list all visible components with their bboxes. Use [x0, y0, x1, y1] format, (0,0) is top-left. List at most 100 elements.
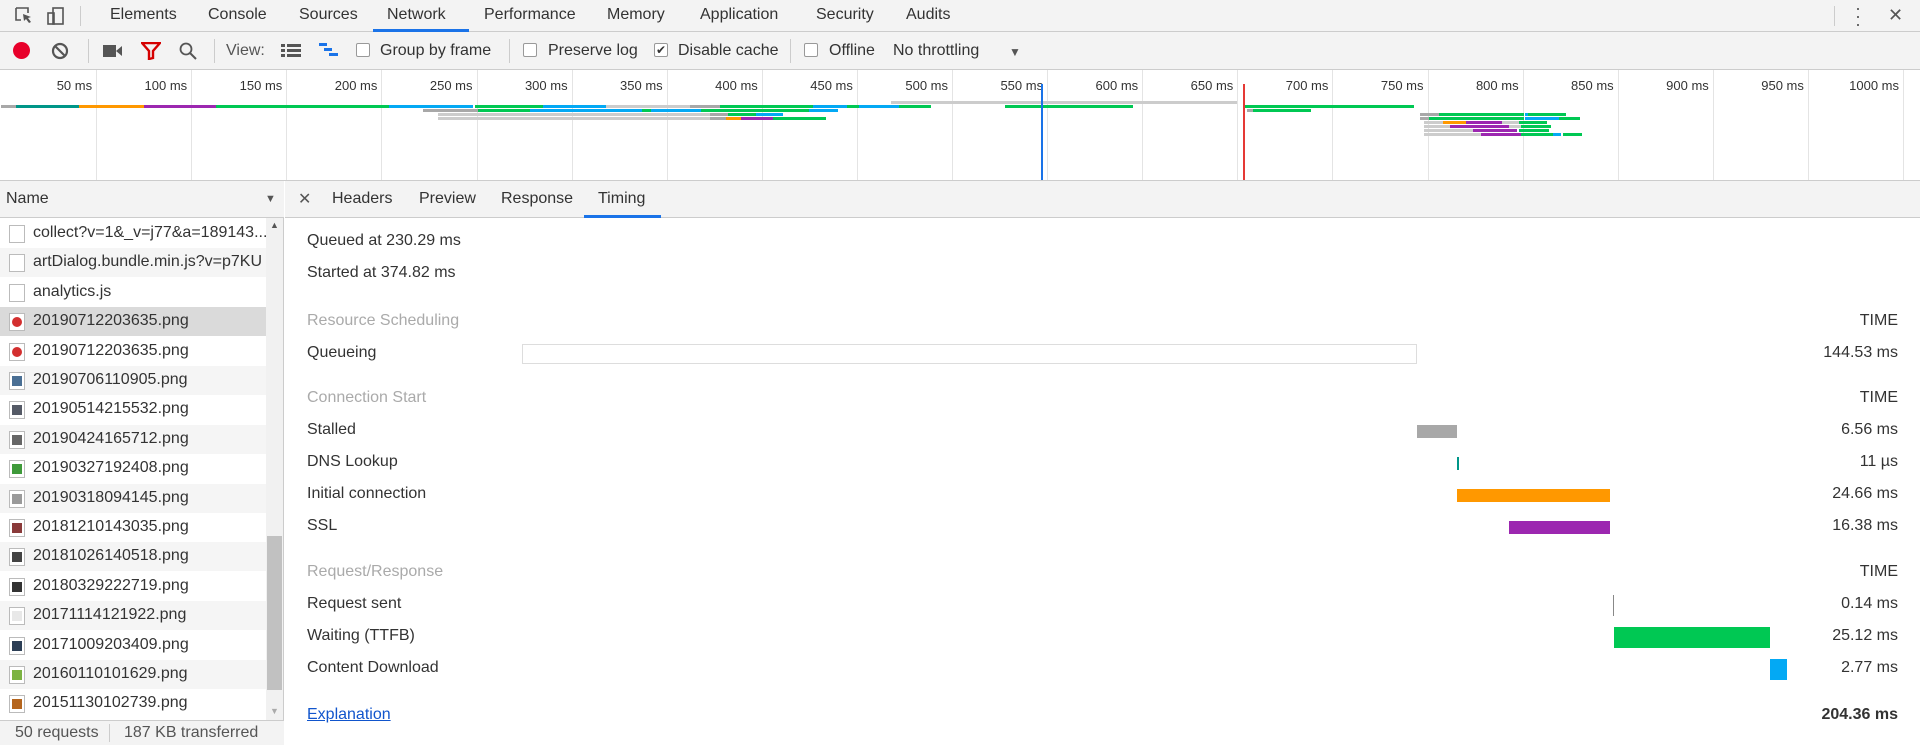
offline-checkbox[interactable] [804, 43, 818, 57]
request-row[interactable]: 20190712203635.png [0, 336, 266, 366]
request-row[interactable]: 20190327192408.png [0, 454, 266, 484]
timeline-segment-ssl [1465, 121, 1502, 124]
request-row[interactable]: analytics.js [0, 277, 266, 307]
timing-bar-sent [1613, 594, 1615, 616]
close-details-icon[interactable]: ✕ [298, 189, 311, 209]
details-tab-headers[interactable]: Headers [332, 190, 392, 208]
request-row[interactable]: 20190706110905.png [0, 366, 266, 395]
request-list-panel: Name ▼ collect?v=1&_v=j77&a=189143... art… [0, 181, 284, 745]
name-column-header[interactable]: Name ▼ [0, 181, 284, 218]
status-bar: 50 requests 187 KB transferred [0, 720, 284, 745]
disable-cache-checkbox[interactable]: ✔ [654, 43, 668, 57]
network-overview-timeline[interactable]: 50 ms 100 ms 150 ms 200 ms 250 ms 300 ms 350 m… [0, 70, 1920, 181]
grid-line [476, 70, 478, 180]
request-row[interactable]: 20190712203635.png [0, 307, 266, 337]
large-rows-icon[interactable] [281, 44, 301, 58]
filter-icon[interactable] [141, 42, 161, 60]
request-row[interactable]: artDialog.bundle.min.js?v=p7KU [0, 248, 266, 278]
request-name: 20190424165712.png [33, 429, 189, 447]
grid-line [952, 70, 953, 180]
sort-chevron-icon[interactable]: ▼ [265, 193, 276, 205]
request-row[interactable]: 20190514215532.png [0, 395, 266, 425]
image-thumbnail-icon [9, 548, 25, 567]
timeline-segment-download [756, 113, 783, 116]
request-row[interactable]: 20180329222719.png [0, 571, 266, 601]
timeline-segment-queued [1509, 125, 1521, 128]
grid-line [666, 70, 668, 180]
request-name: 20190712203635.png [33, 312, 189, 330]
timing-bar-dns [1457, 456, 1460, 470]
request-row[interactable]: 20171009203409.png [0, 630, 266, 660]
details-tab-preview[interactable]: Preview [419, 190, 476, 208]
tick-label: 900 ms [1666, 78, 1709, 93]
record-icon[interactable] [13, 42, 30, 59]
scroll-up-arrow-icon[interactable]: ▲ [270, 220, 279, 230]
timeline-segment-download [389, 105, 473, 108]
timeline-segment-waiting [700, 109, 810, 112]
details-tab-timing[interactable]: Timing [598, 190, 645, 208]
waterfall-overview-icon[interactable] [319, 43, 339, 59]
grid-line [761, 70, 763, 180]
request-name: 20190514215532.png [33, 400, 189, 418]
tick-label: 650 ms [1190, 78, 1234, 93]
timeline-segment-waiting [1518, 129, 1550, 132]
close-devtools-icon[interactable]: ✕ [1888, 5, 1903, 26]
chevron-down-icon[interactable]: ▼ [1009, 45, 1021, 59]
timeline-segment-connect [78, 105, 144, 108]
request-row[interactable]: 20151130102739.png [0, 689, 266, 719]
timeline-segment-waiting [478, 109, 530, 112]
tick-label: 350 ms [620, 78, 663, 93]
clear-icon[interactable] [51, 42, 69, 60]
preserve-log-checkbox[interactable] [523, 43, 537, 57]
request-row[interactable]: 20181210143035.png [0, 513, 266, 542]
screenshot-camera-icon[interactable] [103, 44, 123, 58]
document-icon [9, 225, 25, 243]
timeline-segment-queued [1501, 121, 1519, 124]
request-row[interactable]: 20190318094145.png [0, 483, 266, 513]
tab-security[interactable]: Security [816, 6, 874, 24]
more-options-icon[interactable]: · · · [1855, 0, 1861, 33]
request-row[interactable]: 20181026140518.png [0, 542, 266, 572]
tick-label: 200 ms [334, 78, 378, 93]
divider [109, 724, 110, 742]
timing-label: Initial connection [307, 485, 427, 502]
timeline-segment-ssl [1450, 125, 1510, 128]
request-row[interactable]: 20160110101629.png [0, 660, 266, 689]
tick-label: 100 ms [144, 78, 188, 93]
tab-memory[interactable]: Memory [607, 6, 665, 24]
device-toolbar-icon[interactable] [46, 6, 66, 26]
group-by-frame-checkbox[interactable] [356, 43, 370, 57]
grid-line [1142, 70, 1144, 180]
request-row[interactable]: 20171114121922.png [0, 601, 266, 631]
request-row[interactable]: collect?v=1&_v=j77&a=189143... [0, 219, 266, 248]
details-tab-response[interactable]: Response [501, 190, 573, 208]
tick-label: 700 ms [1285, 78, 1329, 93]
active-tab-indicator [584, 215, 661, 218]
search-icon[interactable] [179, 42, 197, 60]
timeline-segment-stalled [1, 105, 17, 108]
explanation-link[interactable]: Explanation [307, 706, 391, 724]
timeline-segment-ssl [143, 105, 216, 108]
timeline-segment-waiting [1252, 109, 1312, 112]
document-icon [9, 283, 25, 302]
tab-console[interactable]: Console [208, 6, 267, 24]
timing-bar-waiting [1614, 626, 1770, 648]
inspect-element-icon[interactable] [14, 6, 34, 26]
tab-application[interactable]: Application [700, 6, 778, 24]
tick-label: 850 ms [1571, 78, 1614, 93]
request-list-scrollbar[interactable]: ▲ ▼ [266, 218, 283, 720]
timeline-segment-waiting [1520, 125, 1552, 128]
timeline-segment-waiting [1518, 121, 1548, 124]
request-name: 20190327192408.png [33, 459, 189, 477]
scroll-down-arrow-icon[interactable]: ▼ [270, 706, 279, 716]
throttling-select[interactable]: No throttling [893, 42, 979, 60]
request-row[interactable]: 20190424165712.png [0, 424, 266, 454]
tab-network[interactable]: Network [387, 6, 446, 24]
tick-label: 950 ms [1761, 78, 1804, 93]
scrollbar-thumb[interactable] [267, 536, 282, 690]
timing-label: Queueing [307, 344, 377, 361]
tab-audits[interactable]: Audits [906, 6, 950, 24]
tab-performance[interactable]: Performance [484, 6, 576, 24]
tab-sources[interactable]: Sources [299, 6, 358, 24]
tab-elements[interactable]: Elements [110, 6, 177, 24]
